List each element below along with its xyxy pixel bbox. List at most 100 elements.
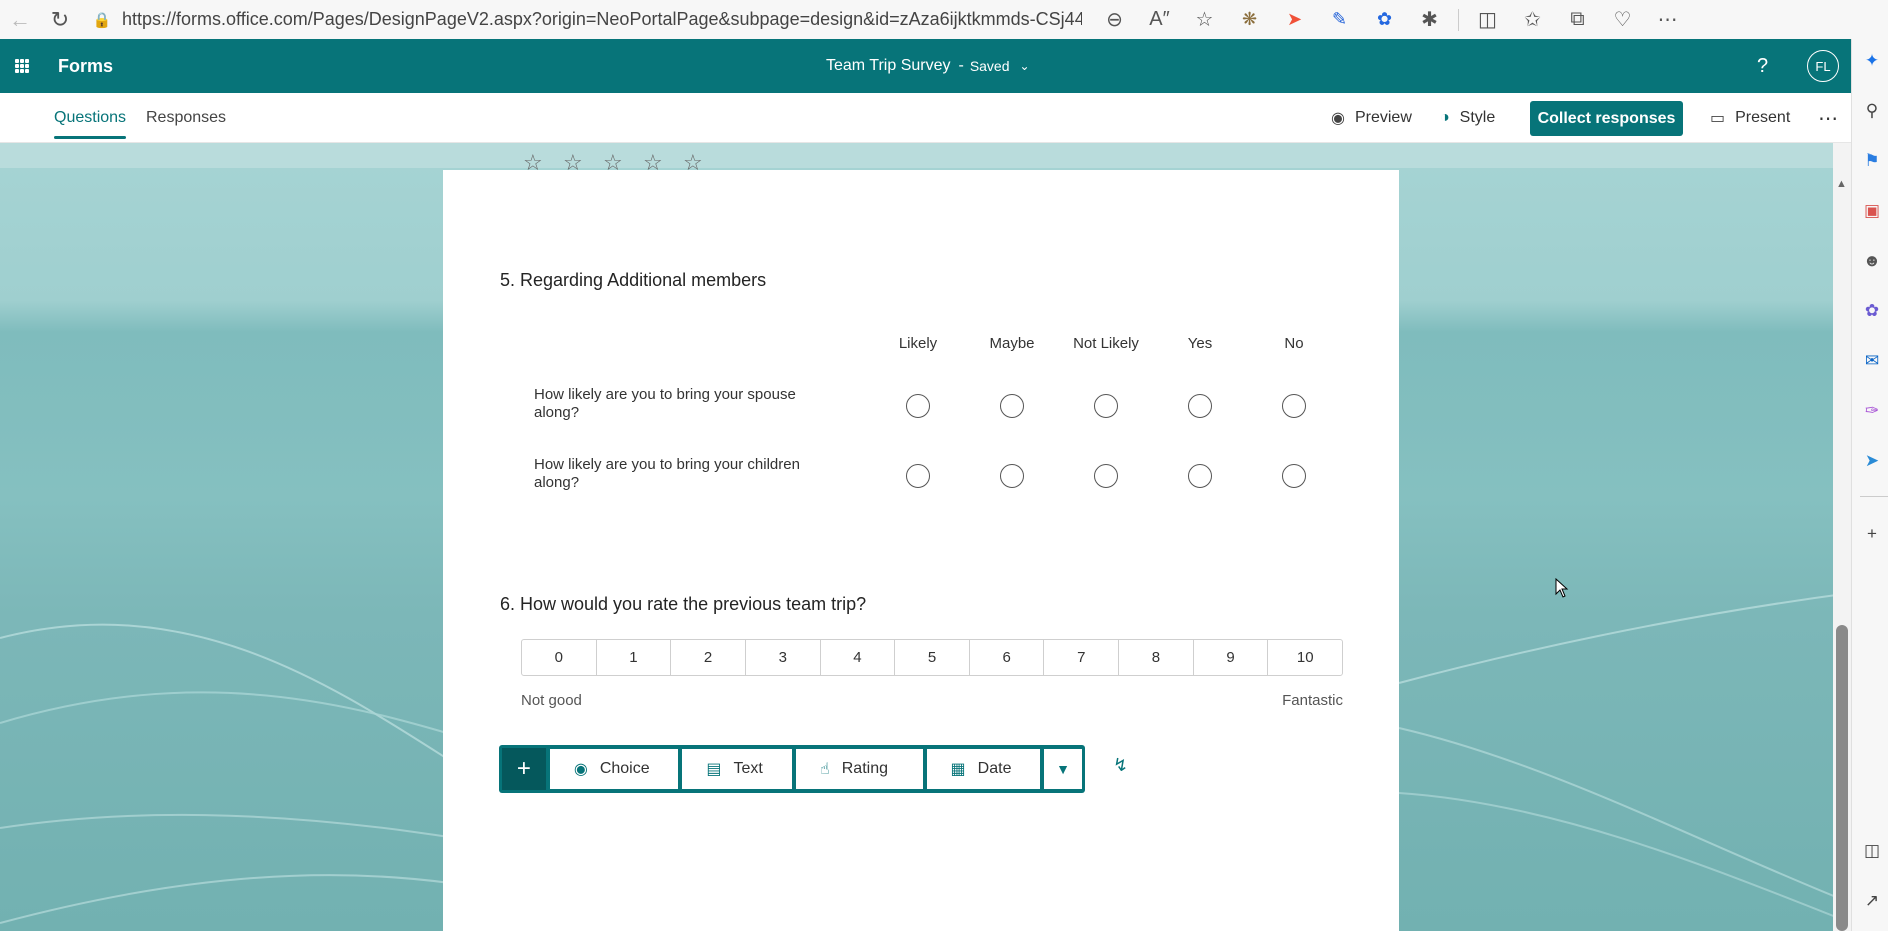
rating-option[interactable]: 1 xyxy=(597,640,672,675)
preview-label: Preview xyxy=(1354,109,1412,126)
lightning-bolt-icon[interactable]: ↯ xyxy=(1113,755,1128,776)
extensions-puzzle-icon[interactable]: ✱ xyxy=(1407,0,1452,39)
likert-radio[interactable] xyxy=(1188,394,1212,418)
text-label: Text xyxy=(733,760,763,777)
user-icon[interactable]: ☻ xyxy=(1862,251,1882,271)
designer-icon[interactable]: ✑ xyxy=(1862,401,1882,421)
date-label: Date xyxy=(977,760,1012,777)
outlook-icon[interactable]: ✉ xyxy=(1862,351,1882,371)
question-6-title[interactable]: 6. How would you rate the previous team … xyxy=(500,594,866,615)
swift-extension-icon[interactable]: ➤ xyxy=(1272,0,1317,39)
add-date-button[interactable]: ▦ Date xyxy=(926,749,1041,789)
favorite-star-icon[interactable]: ☆ xyxy=(1182,0,1227,39)
add-choice-button[interactable]: ◉ Choice xyxy=(549,749,679,789)
form-title: Team Trip Survey xyxy=(826,57,951,74)
rating-option[interactable]: 8 xyxy=(1119,640,1194,675)
likert-radio[interactable] xyxy=(1094,464,1118,488)
text-box-icon: ▤ xyxy=(706,761,722,778)
rating-option[interactable]: 5 xyxy=(895,640,970,675)
question-5-title[interactable]: 5. Regarding Additional members xyxy=(500,270,766,291)
refresh-icon[interactable]: ↻ xyxy=(40,0,80,39)
likert-column: Not Likely xyxy=(1073,335,1139,352)
form-title-menu[interactable]: Team Trip Survey - Saved ⌄ xyxy=(826,39,1030,93)
app-name[interactable]: Forms xyxy=(58,56,113,77)
favorites-list-icon[interactable]: ✩ xyxy=(1510,0,1555,39)
rating-option[interactable]: 7 xyxy=(1044,640,1120,675)
likert-column: Yes xyxy=(1187,335,1213,352)
form-card: ☆ ☆ ☆ ☆ ☆ 5. Regarding Additional member… xyxy=(443,152,1399,931)
add-text-button[interactable]: ▤ Text xyxy=(682,749,792,789)
rating-stars: ☆ ☆ ☆ ☆ ☆ xyxy=(523,152,723,174)
star-icon[interactable]: ☆ xyxy=(683,152,723,174)
preview-button[interactable]: ◉ Preview xyxy=(1331,93,1412,143)
rating-option[interactable]: 6 xyxy=(970,640,1045,675)
likert-statement: How likely are you to bring your spouse … xyxy=(534,386,796,421)
copilot-icon[interactable]: ✦ xyxy=(1862,51,1882,71)
tools-briefcase-icon[interactable]: ▣ xyxy=(1862,201,1882,221)
help-icon[interactable]: ? xyxy=(1757,39,1768,93)
rating-label: Rating xyxy=(841,760,888,777)
add-icon[interactable]: + xyxy=(1862,524,1882,544)
likert-radio[interactable] xyxy=(1188,464,1212,488)
likert-radio[interactable] xyxy=(906,464,930,488)
bug-extension-icon[interactable]: ❋ xyxy=(1227,0,1272,39)
likert-radio[interactable] xyxy=(906,394,930,418)
star-icon[interactable]: ☆ xyxy=(603,152,643,174)
star-icon[interactable]: ☆ xyxy=(563,152,603,174)
likert-radio[interactable] xyxy=(1282,394,1306,418)
back-arrow-icon[interactable]: ← xyxy=(0,0,40,39)
rating-option[interactable]: 3 xyxy=(746,640,821,675)
split-screen-icon[interactable]: ◫ xyxy=(1465,0,1510,39)
avatar[interactable]: FL xyxy=(1807,50,1839,82)
add-question-toolbar: + ◉ Choice ▤ Text ☝ Rating ▦ Date ▼ xyxy=(499,745,1085,793)
shopping-tag-icon[interactable]: ⚑ xyxy=(1862,151,1882,171)
add-question-button[interactable]: + xyxy=(502,748,546,790)
tab-responses[interactable]: Responses xyxy=(146,93,226,143)
eye-icon: ◉ xyxy=(1331,110,1345,127)
likert-radio[interactable] xyxy=(1000,464,1024,488)
thumbs-up-icon: ☝ xyxy=(820,761,830,778)
rating-option[interactable]: 10 xyxy=(1268,640,1342,675)
send-icon[interactable]: ➤ xyxy=(1862,451,1882,471)
collections-icon[interactable]: ⧉ xyxy=(1555,0,1600,39)
sidebar-toggle-icon[interactable]: ◫ xyxy=(1862,841,1882,861)
toolbar-divider xyxy=(1458,8,1459,31)
read-aloud-icon[interactable]: A″ xyxy=(1137,0,1182,39)
calendar-icon: ▦ xyxy=(950,761,966,778)
star-icon[interactable]: ☆ xyxy=(523,152,563,174)
chevron-down-icon: ▼ xyxy=(1056,761,1070,777)
likert-radio[interactable] xyxy=(1000,394,1024,418)
flame-extension-icon[interactable]: ✿ xyxy=(1362,0,1407,39)
likert-radio[interactable] xyxy=(1282,464,1306,488)
collect-responses-button[interactable]: Collect responses xyxy=(1530,101,1683,136)
choice-label: Choice xyxy=(599,760,650,777)
present-button[interactable]: ▭ Present xyxy=(1710,93,1790,143)
rating-scale: 0 1 2 3 4 5 6 7 8 9 10 xyxy=(521,639,1343,676)
search-icon[interactable]: ⚲ xyxy=(1862,101,1882,121)
zoom-out-icon[interactable]: ⊖ xyxy=(1092,0,1137,39)
external-link-icon[interactable]: ↗ xyxy=(1862,891,1882,911)
office-icon[interactable]: ✿ xyxy=(1862,301,1882,321)
settings-more-icon[interactable]: ⋯ xyxy=(1645,0,1690,39)
rating-option[interactable]: 2 xyxy=(671,640,746,675)
address-bar[interactable]: https://forms.office.com/Pages/DesignPag… xyxy=(122,9,1082,30)
rating-option[interactable]: 4 xyxy=(821,640,896,675)
chevron-down-icon: ⌄ xyxy=(1019,59,1030,73)
monitor-icon: ▭ xyxy=(1710,110,1726,127)
star-icon[interactable]: ☆ xyxy=(643,152,683,174)
add-rating-button[interactable]: ☝ Rating xyxy=(796,749,923,789)
scroll-up-arrow-icon[interactable]: ▲ xyxy=(1836,178,1847,190)
health-icon[interactable]: ♡ xyxy=(1600,0,1645,39)
more-options-icon[interactable]: ⋯ xyxy=(1818,93,1838,143)
likert-radio[interactable] xyxy=(1094,394,1118,418)
app-launcher-icon[interactable] xyxy=(4,39,40,93)
rating-option[interactable]: 9 xyxy=(1194,640,1269,675)
likert-column: No xyxy=(1284,335,1304,352)
tab-questions[interactable]: Questions xyxy=(54,93,127,143)
style-button[interactable]: ◑ Style xyxy=(1440,93,1495,143)
dropper-extension-icon[interactable]: ✎ xyxy=(1317,0,1362,39)
lock-icon[interactable]: 🔒 xyxy=(88,11,116,29)
scrollbar-thumb[interactable] xyxy=(1836,625,1848,931)
rating-option[interactable]: 0 xyxy=(522,640,597,675)
more-question-types-button[interactable]: ▼ xyxy=(1044,749,1082,789)
